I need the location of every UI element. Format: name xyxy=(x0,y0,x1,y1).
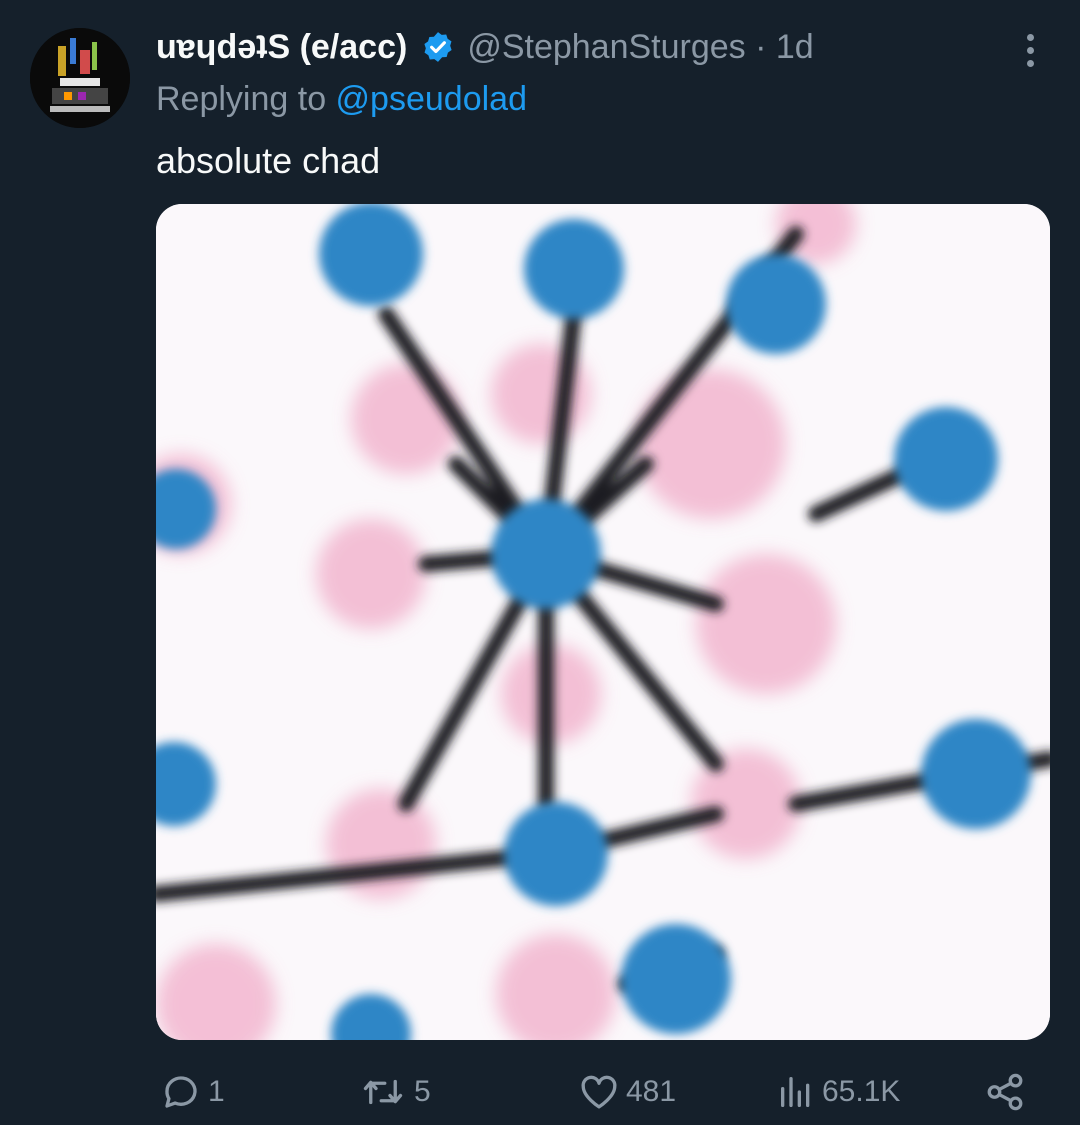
tweet-text: absolute chad xyxy=(156,140,381,181)
heart-icon xyxy=(581,1075,617,1109)
tweet-header: uɐɥdǝʇS (e/acc) @StephanSturges · 1d xyxy=(156,22,1000,72)
retweet-icon xyxy=(363,1079,403,1105)
share-icon xyxy=(987,1073,1023,1111)
reply-count: 1 xyxy=(208,1075,225,1108)
retweet-button[interactable]: 5 xyxy=(358,1070,431,1114)
avatar-image xyxy=(30,28,130,128)
reply-icon xyxy=(165,1076,197,1108)
tweet-actions: 1 5 481 65.1K xyxy=(0,1060,1080,1124)
retweet-count: 5 xyxy=(414,1075,431,1108)
view-count: 65.1K xyxy=(822,1075,901,1108)
tweet: uɐɥdǝʇS (e/acc) @StephanSturges · 1d Rep… xyxy=(0,0,1080,1125)
like-button[interactable]: 481 xyxy=(578,1070,676,1114)
author-handle[interactable]: @StephanSturges · 1d xyxy=(467,28,813,67)
more-options-icon[interactable] xyxy=(1010,28,1050,72)
like-count: 481 xyxy=(626,1075,677,1108)
views-button[interactable]: 65.1K xyxy=(776,1070,900,1114)
tweet-media-image[interactable] xyxy=(156,204,1050,1040)
replying-to: Replying to @pseudolad xyxy=(156,80,527,119)
share-button[interactable] xyxy=(984,1070,1026,1114)
avatar[interactable] xyxy=(30,28,130,128)
verified-badge-icon xyxy=(421,30,455,64)
views-icon xyxy=(781,1077,810,1107)
replying-to-label: Replying to xyxy=(156,80,336,118)
author-name[interactable]: uɐɥdǝʇS (e/acc) xyxy=(156,28,407,67)
reply-to-link[interactable]: @pseudolad xyxy=(336,80,527,118)
reply-button[interactable]: 1 xyxy=(160,1070,225,1114)
